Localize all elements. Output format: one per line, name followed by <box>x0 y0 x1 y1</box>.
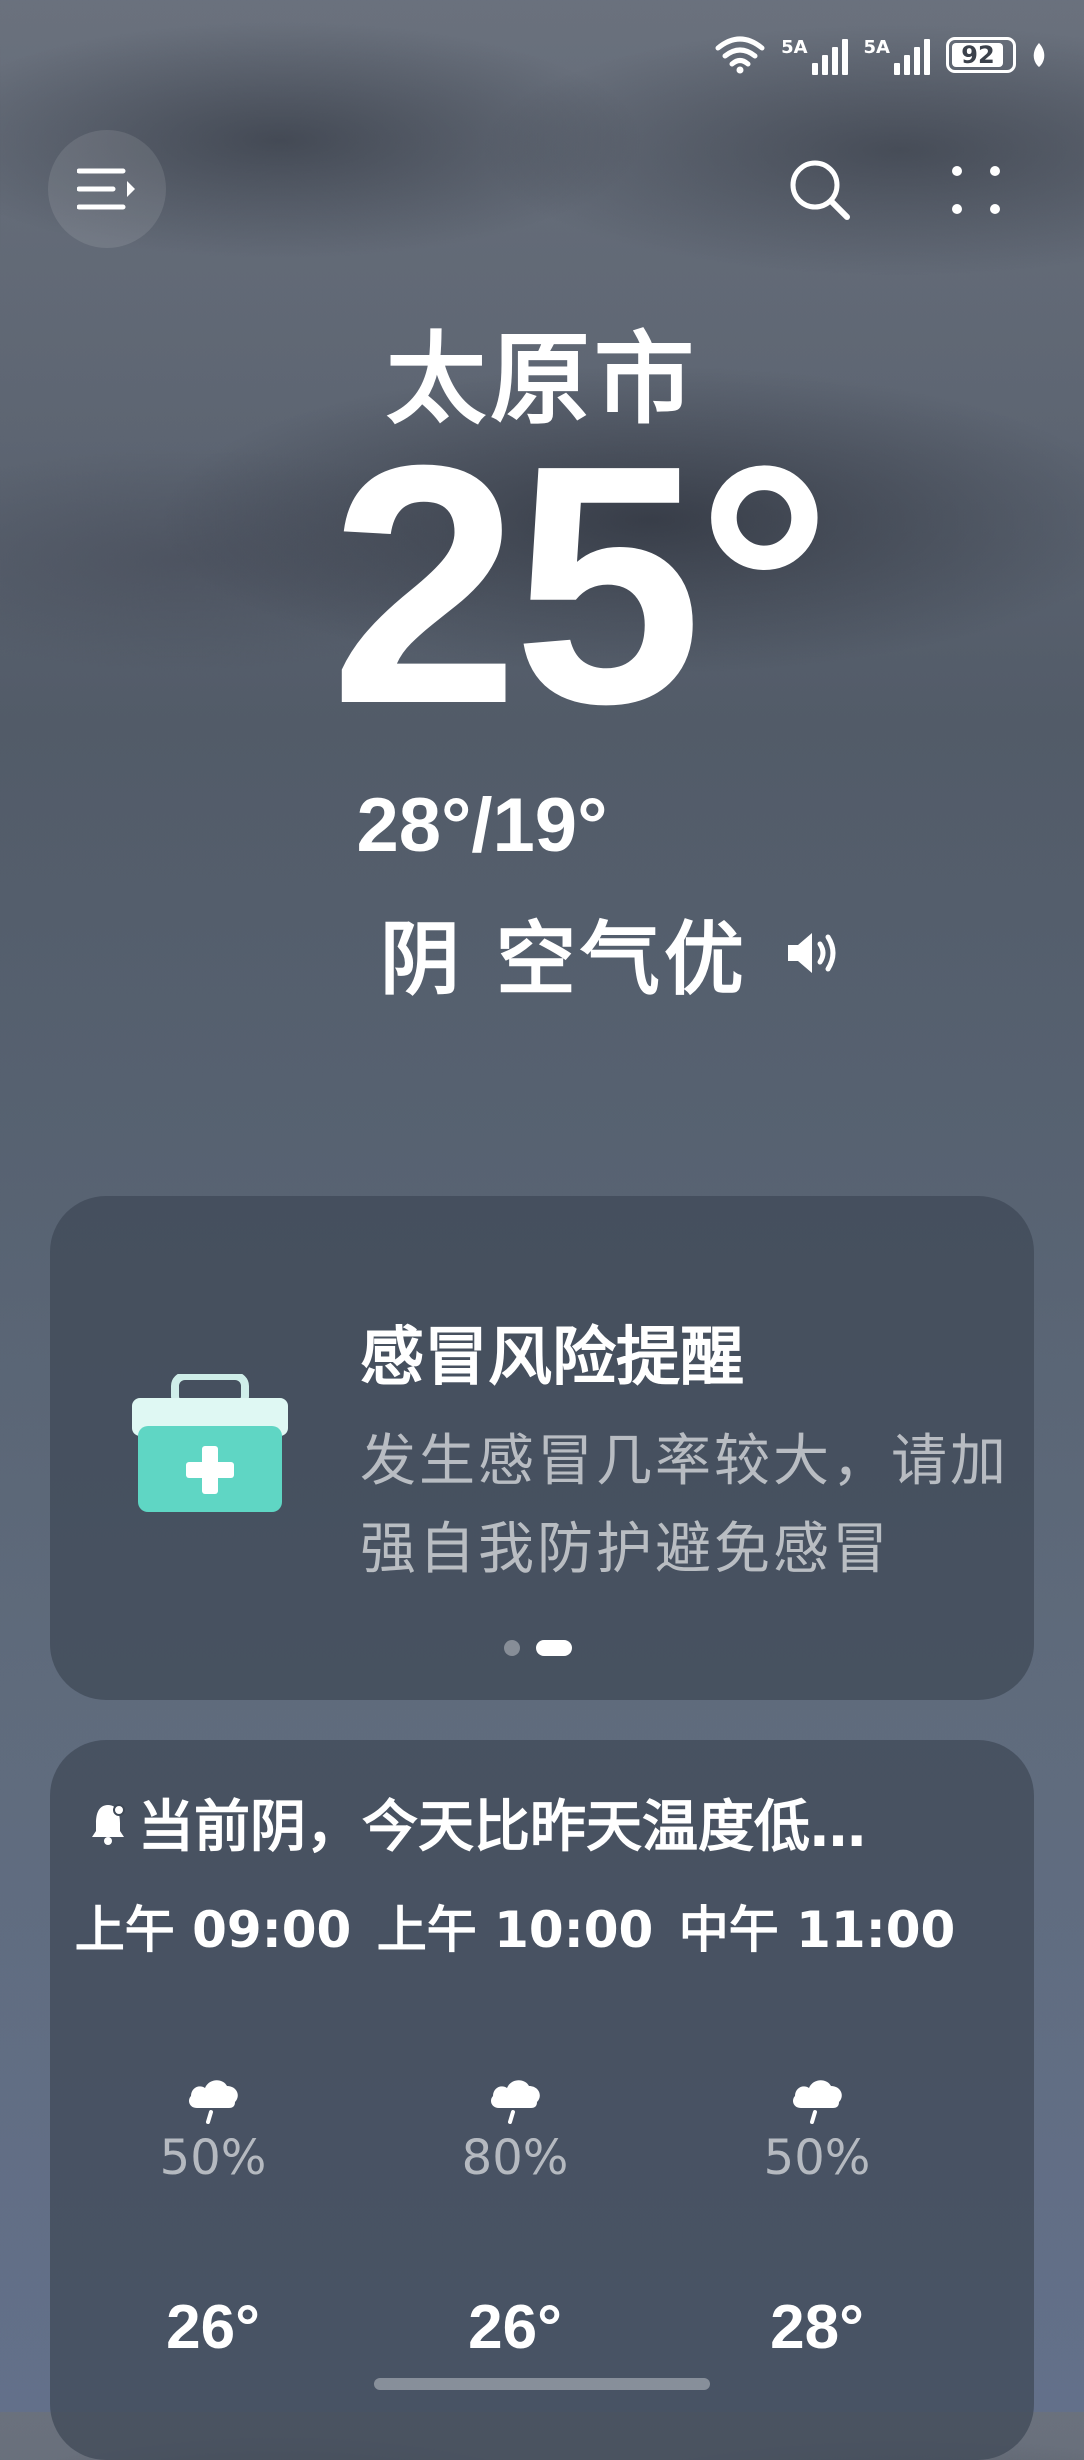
battery-icon: 92 <box>946 37 1016 73</box>
hour-temperature: 26° <box>468 2293 562 2362</box>
rain-cloud-icon <box>189 2080 238 2124</box>
hour-time: 上午 09:00 <box>74 1901 352 1959</box>
hour-temperature: 28° <box>770 2293 864 2362</box>
hourly-list: 上午 09:00 50% 26° 上午 10:00 80% 26° 中午 11:… <box>50 1890 1034 2363</box>
condition-row: 阴 空气优 <box>380 895 844 1011</box>
home-indicator[interactable] <box>374 2378 710 2390</box>
wifi-icon <box>715 36 765 74</box>
cell-signal-2: 5A <box>864 35 930 75</box>
hour-temperature: 26° <box>166 2293 260 2362</box>
weather-condition: 阴 空气优 <box>380 913 748 1006</box>
precipitation-chance: 80% <box>461 2130 569 2186</box>
cell-signal-1: 5A <box>781 35 848 75</box>
hour-item[interactable]: 上午 09:00 50% 26° <box>62 1890 364 2363</box>
leaf-icon <box>1033 43 1045 67</box>
page-dot-active[interactable] <box>536 1640 572 1656</box>
temperature-range: 28°/19° <box>356 783 608 868</box>
page-dot[interactable] <box>504 1640 520 1656</box>
search-button[interactable] <box>770 140 870 240</box>
speaker-icon[interactable] <box>784 928 844 978</box>
hourly-forecast-card[interactable]: 当前阴，今天比昨天温度低… 上午 09:00 50% 26° 上午 10:00 … <box>50 1740 1034 2460</box>
menu-icon <box>77 168 135 210</box>
status-bar: 5A 5A 92 <box>715 28 1046 82</box>
card-message: 发生感冒几率较大，请加强自我防护避免感冒 <box>360 1429 1009 1582</box>
rain-cloud-icon <box>793 2080 842 2124</box>
search-icon <box>790 160 850 220</box>
hour-item[interactable]: 中午 11:00 50% 28° <box>666 1890 968 2363</box>
more-dots-icon <box>952 166 1000 214</box>
hour-time: 中午 11:00 <box>678 1901 956 1959</box>
battery-level: 92 <box>961 41 995 69</box>
first-aid-kit-icon <box>132 1374 288 1512</box>
card-title: 感冒风险提醒 <box>360 1321 744 1395</box>
hour-time: 上午 10:00 <box>376 1901 654 1959</box>
precipitation-chance: 50% <box>763 2130 871 2186</box>
forecast-header: 当前阴，今天比昨天温度低… <box>90 1782 866 1863</box>
rain-cloud-icon <box>491 2080 540 2124</box>
cold-risk-card[interactable]: 感冒风险提醒 发生感冒几率较大，请加强自我防护避免感冒 <box>50 1196 1034 1700</box>
current-temperature: 25° <box>330 395 832 775</box>
bell-icon <box>92 1803 125 1845</box>
page-indicator <box>504 1640 572 1656</box>
more-button[interactable] <box>926 140 1026 240</box>
network-type-label: 5A <box>863 37 890 58</box>
forecast-summary: 当前阴，今天比昨天温度低… <box>138 1795 866 1860</box>
hour-item[interactable]: 上午 10:00 80% 26° <box>364 1890 666 2363</box>
city-menu-button[interactable] <box>48 130 166 248</box>
network-type-label: 5A <box>781 37 808 58</box>
precipitation-chance: 50% <box>159 2130 267 2186</box>
